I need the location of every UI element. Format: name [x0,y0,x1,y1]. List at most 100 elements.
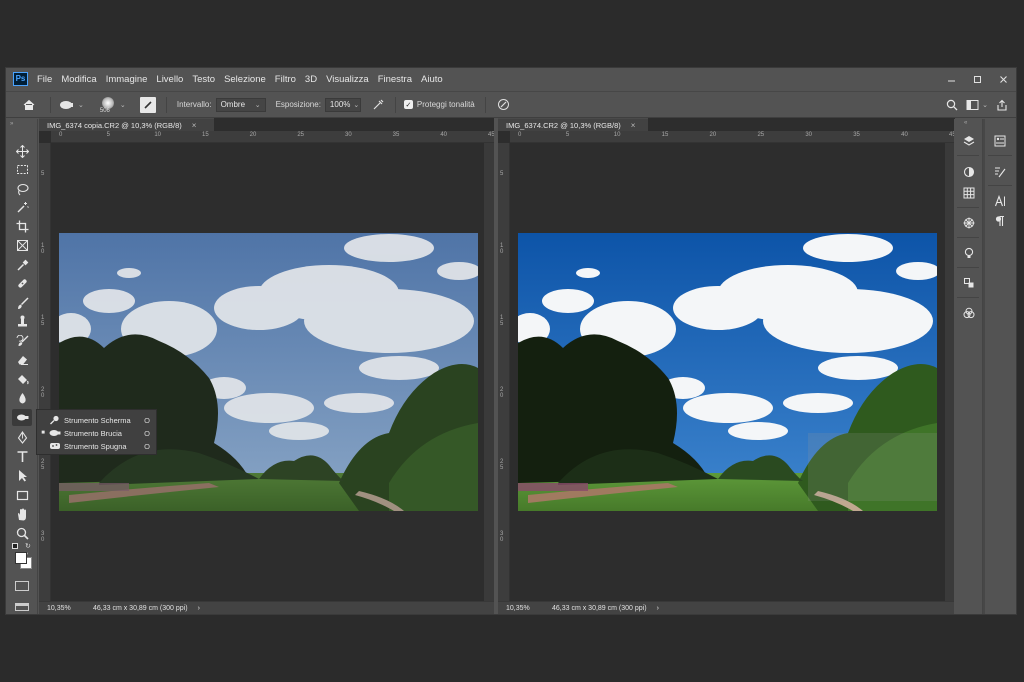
panel-collapse-icon[interactable]: « [964,120,967,126]
magic-wand-tool-icon[interactable] [12,199,32,216]
document-size: 46,33 cm x 30,89 cm (300 ppi) [93,605,188,612]
protect-tones-toggle[interactable]: ✓ Proteggi tonalità [403,100,475,109]
menu-livello[interactable]: Livello [156,74,183,85]
zoom-level[interactable]: 10,35% [506,605,546,612]
pen-tool-icon[interactable] [12,429,32,446]
menu-modifica[interactable]: Modifica [61,74,96,85]
menu-aiuto[interactable]: Aiuto [421,74,443,85]
chevron-down-icon: ⌄ [78,101,84,109]
brush-preset-picker[interactable]: 506 ⌄ [96,93,132,117]
chevron-right-icon[interactable]: › [657,605,659,612]
flyout-item-shortcut: O [144,415,150,425]
panel-column-1: « [954,119,983,614]
airbrush-icon[interactable] [371,97,387,113]
move-tool-icon[interactable] [12,143,32,160]
photoshop-window: Ps File Modifica Immagine Livello Testo … [5,67,1017,615]
menu-immagine[interactable]: Immagine [106,74,148,85]
tool-preset-picker[interactable]: ⌄ [59,99,84,111]
swatches-grid-icon[interactable] [960,185,978,201]
brush-settings-icon[interactable] [139,96,156,113]
exposure-label: Esposizione: [275,100,321,109]
menu-finestra[interactable]: Finestra [378,74,412,85]
document-tab[interactable]: IMG_6374.CR2 @ 10,3% (RGB/8) × [498,118,648,131]
marquee-tool-icon[interactable] [12,161,32,178]
minimize-icon[interactable] [938,68,964,90]
adjustments-icon[interactable] [960,164,978,180]
menu-testo[interactable]: Testo [192,74,215,85]
document-tab[interactable]: IMG_6374 copia.CR2 @ 10,3% (RGB/8) × [39,118,214,131]
vertical-scrollbar[interactable] [484,143,494,601]
frame-tool-icon[interactable] [12,237,32,254]
menu-filtro[interactable]: Filtro [275,74,296,85]
properties-icon[interactable] [991,133,1009,149]
brush-tool-icon[interactable] [12,295,32,312]
vertical-ruler: 5 1 0 1 5 2 0 2 5 3 0 [498,143,510,601]
learn-lightbulb-icon[interactable] [960,245,978,261]
close-tab-icon[interactable]: × [192,121,197,130]
healing-brush-tool-icon[interactable] [12,275,32,292]
range-select[interactable]: Ombre ⌄ [215,97,266,112]
chevron-right-icon[interactable]: › [198,605,200,612]
default-colors-icon[interactable] [12,543,18,549]
ruler-tick-label: 2 5 [41,459,45,471]
maximize-icon[interactable] [964,68,990,90]
close-tab-icon[interactable]: × [631,121,636,130]
paint-bucket-tool-icon[interactable] [12,371,32,388]
lasso-tool-icon[interactable] [12,181,32,198]
type-tool-icon[interactable] [12,448,32,465]
navigator-icon[interactable] [960,215,978,231]
eyedropper-tool-icon[interactable] [12,257,32,274]
panel-divider [957,207,979,208]
pressure-size-icon[interactable] [496,97,512,113]
panel-divider [957,155,979,156]
exposure-field[interactable]: 100% ⌄ [324,97,361,112]
brush-settings-panel-icon[interactable] [991,164,1009,180]
zoom-level[interactable]: 10,35% [47,605,87,612]
layers-icon[interactable] [960,133,978,149]
foreground-color-swatch[interactable] [15,552,27,564]
eraser-tool-icon[interactable] [12,351,32,368]
menu-3d[interactable]: 3D [305,74,317,85]
image-canvas-original[interactable] [59,233,478,511]
character-icon[interactable] [991,193,1009,209]
path-selection-tool-icon[interactable] [12,467,32,484]
menu-visualizza[interactable]: Visualizza [326,74,369,85]
share-icon[interactable] [994,97,1010,113]
crop-tool-icon[interactable] [12,218,32,235]
flyout-item-scherma[interactable]: Strumento Scherma O [37,413,156,427]
color-swatches[interactable]: ↻ [12,542,34,569]
rectangle-tool-icon[interactable] [12,487,32,504]
menu-selezione[interactable]: Selezione [224,74,266,85]
zoom-tool-icon[interactable] [12,525,32,542]
chevron-down-icon: ⌄ [353,101,360,109]
document-tab-title: IMG_6374 copia.CR2 @ 10,3% (RGB/8) [47,120,182,130]
blur-tool-icon[interactable] [12,390,32,407]
image-canvas-edited[interactable] [518,233,937,511]
channels-icon[interactable] [960,305,978,321]
ruler-tick-label: 20 [249,132,257,138]
dodge-tool-icon[interactable] [12,409,32,426]
flyout-item-label: Strumento Brucia [64,428,122,438]
ruler-tick-label: 40 [440,132,448,138]
ruler-tick-label: 10 [613,132,621,138]
history-states-icon[interactable] [960,275,978,291]
ruler-tick-label: 15 [202,132,209,138]
toolbar-collapse-icon[interactable]: » [10,121,13,127]
workspace-switcher[interactable]: ⌄ [966,99,988,111]
search-icon[interactable] [944,97,960,113]
hand-tool-icon[interactable] [12,506,32,523]
ruler-tick-label: 25 [757,132,765,138]
close-icon[interactable] [990,68,1016,90]
flyout-item-spugna[interactable]: Strumento Spugna O [37,439,156,453]
home-icon[interactable] [16,95,42,115]
screen-mode-icon[interactable] [15,603,29,611]
ruler-tick-label: 35 [392,132,400,138]
panel-dock: « [954,119,1016,614]
swap-colors-icon[interactable]: ↻ [25,542,31,550]
paragraph-icon[interactable] [991,213,1009,229]
flyout-item-brucia[interactable]: ■ Strumento Brucia O [37,426,156,440]
history-brush-tool-icon[interactable] [12,333,32,350]
quick-mask-icon[interactable] [15,581,29,591]
menu-file[interactable]: File [37,74,52,85]
clone-stamp-tool-icon[interactable] [12,313,32,330]
